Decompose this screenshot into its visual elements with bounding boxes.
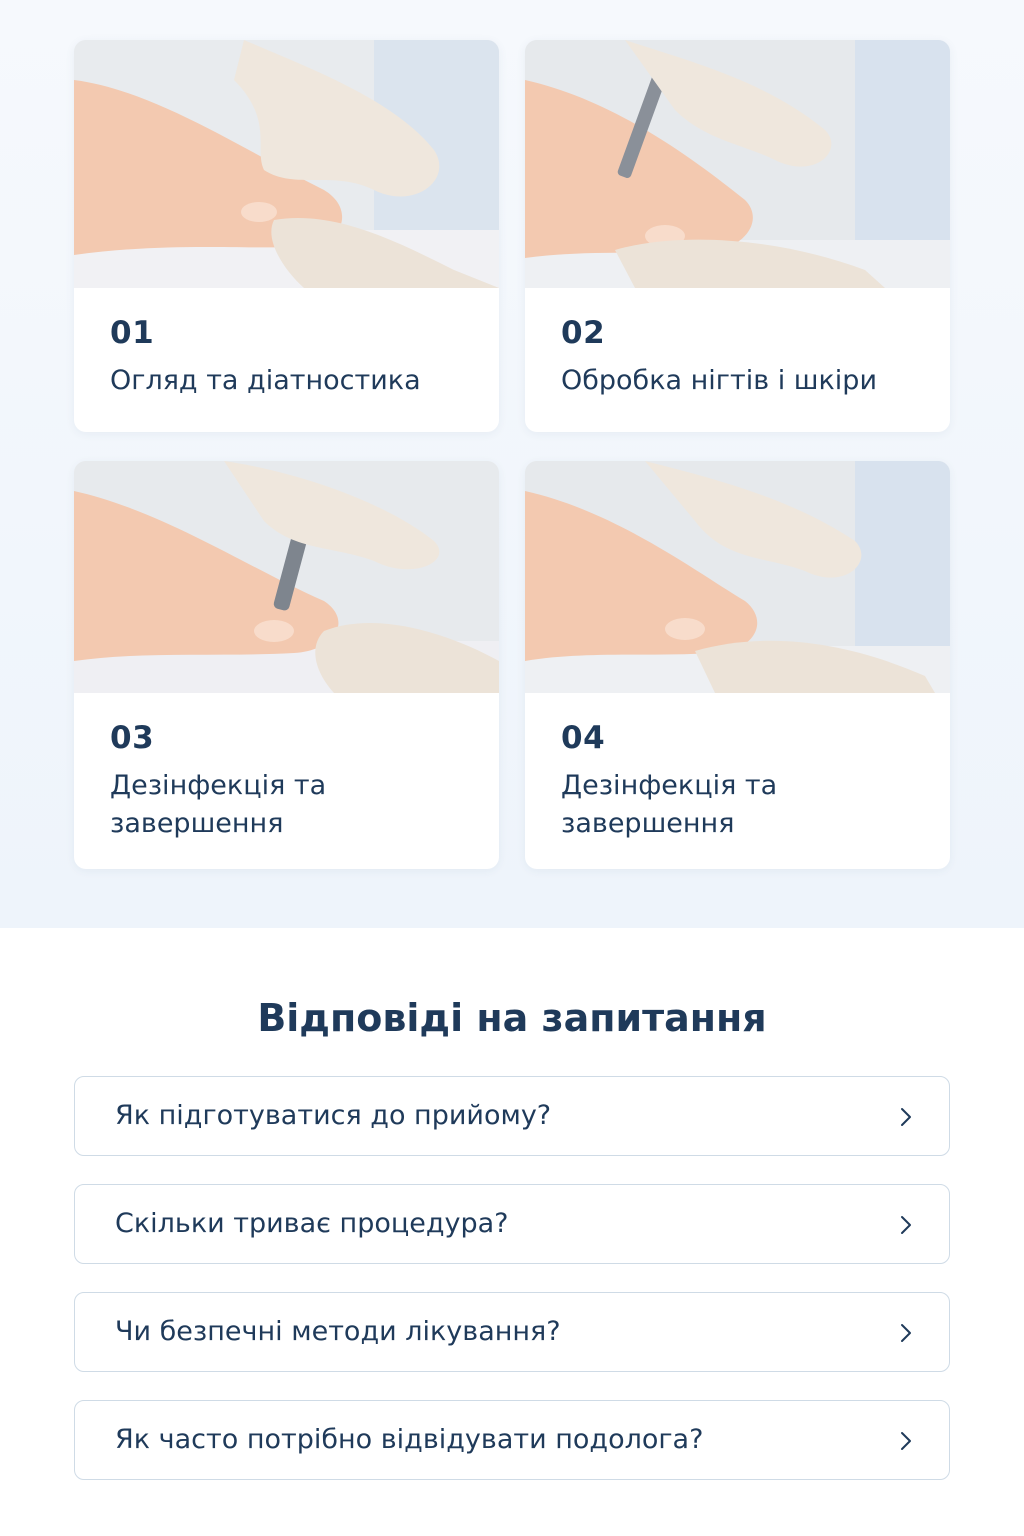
step-card-1: 01 Огляд та діатностика: [74, 40, 499, 432]
faq-question: Чи безпечні методи лікування?: [115, 1316, 561, 1347]
step-card-3: 03 Дезінфекція та завершення: [74, 461, 499, 869]
procedure-steps-section: 01 Огляд та діатностика 02 Обробка нігті…: [0, 0, 1024, 928]
foot-exam-image: [74, 40, 499, 288]
nail-drill-image: [525, 40, 950, 288]
chevron-right-icon: [901, 1216, 911, 1234]
step-title: Дезінфекція та завершення: [110, 770, 327, 839]
foot-exam-image: [525, 461, 950, 693]
faq-heading: Відповіді на запитання: [257, 996, 767, 1040]
faq-item-safety[interactable]: Чи безпечні методи лікування?: [74, 1292, 950, 1372]
step-photo-2: [525, 40, 950, 288]
step-title: Дезінфекція та завершення: [561, 770, 778, 839]
faq-item-visit-frequency[interactable]: Як часто потрібно відвідувати подолога?: [74, 1400, 950, 1480]
faq-item-preparation[interactable]: Як підготуватися до прийому?: [74, 1076, 950, 1156]
step-photo-4: [525, 461, 950, 693]
step-photo-3: [74, 461, 499, 693]
faq-item-duration[interactable]: Скільки триває процедура?: [74, 1184, 950, 1264]
chevron-right-icon: [901, 1432, 911, 1450]
step-number: 01: [110, 315, 155, 351]
step-number: 02: [561, 315, 606, 351]
step-title: Огляд та діатностика: [110, 365, 421, 396]
step-card-2: 02 Обробка нігтів і шкіри: [525, 40, 950, 432]
step-card-4: 04 Дезінфекція та завершення: [525, 461, 950, 869]
step-photo-1: [74, 40, 499, 288]
chevron-right-icon: [901, 1108, 911, 1126]
step-number: 03: [110, 720, 155, 756]
faq-question: Як часто потрібно відвідувати подолога?: [115, 1424, 704, 1455]
faq-question: Як підготуватися до прийому?: [115, 1100, 552, 1131]
chevron-right-icon: [901, 1324, 911, 1342]
step-number: 04: [561, 720, 606, 756]
nail-drill-image: [74, 461, 499, 693]
faq-question: Скільки триває процедура?: [115, 1208, 509, 1239]
step-title: Обробка нігтів і шкіри: [561, 365, 877, 396]
